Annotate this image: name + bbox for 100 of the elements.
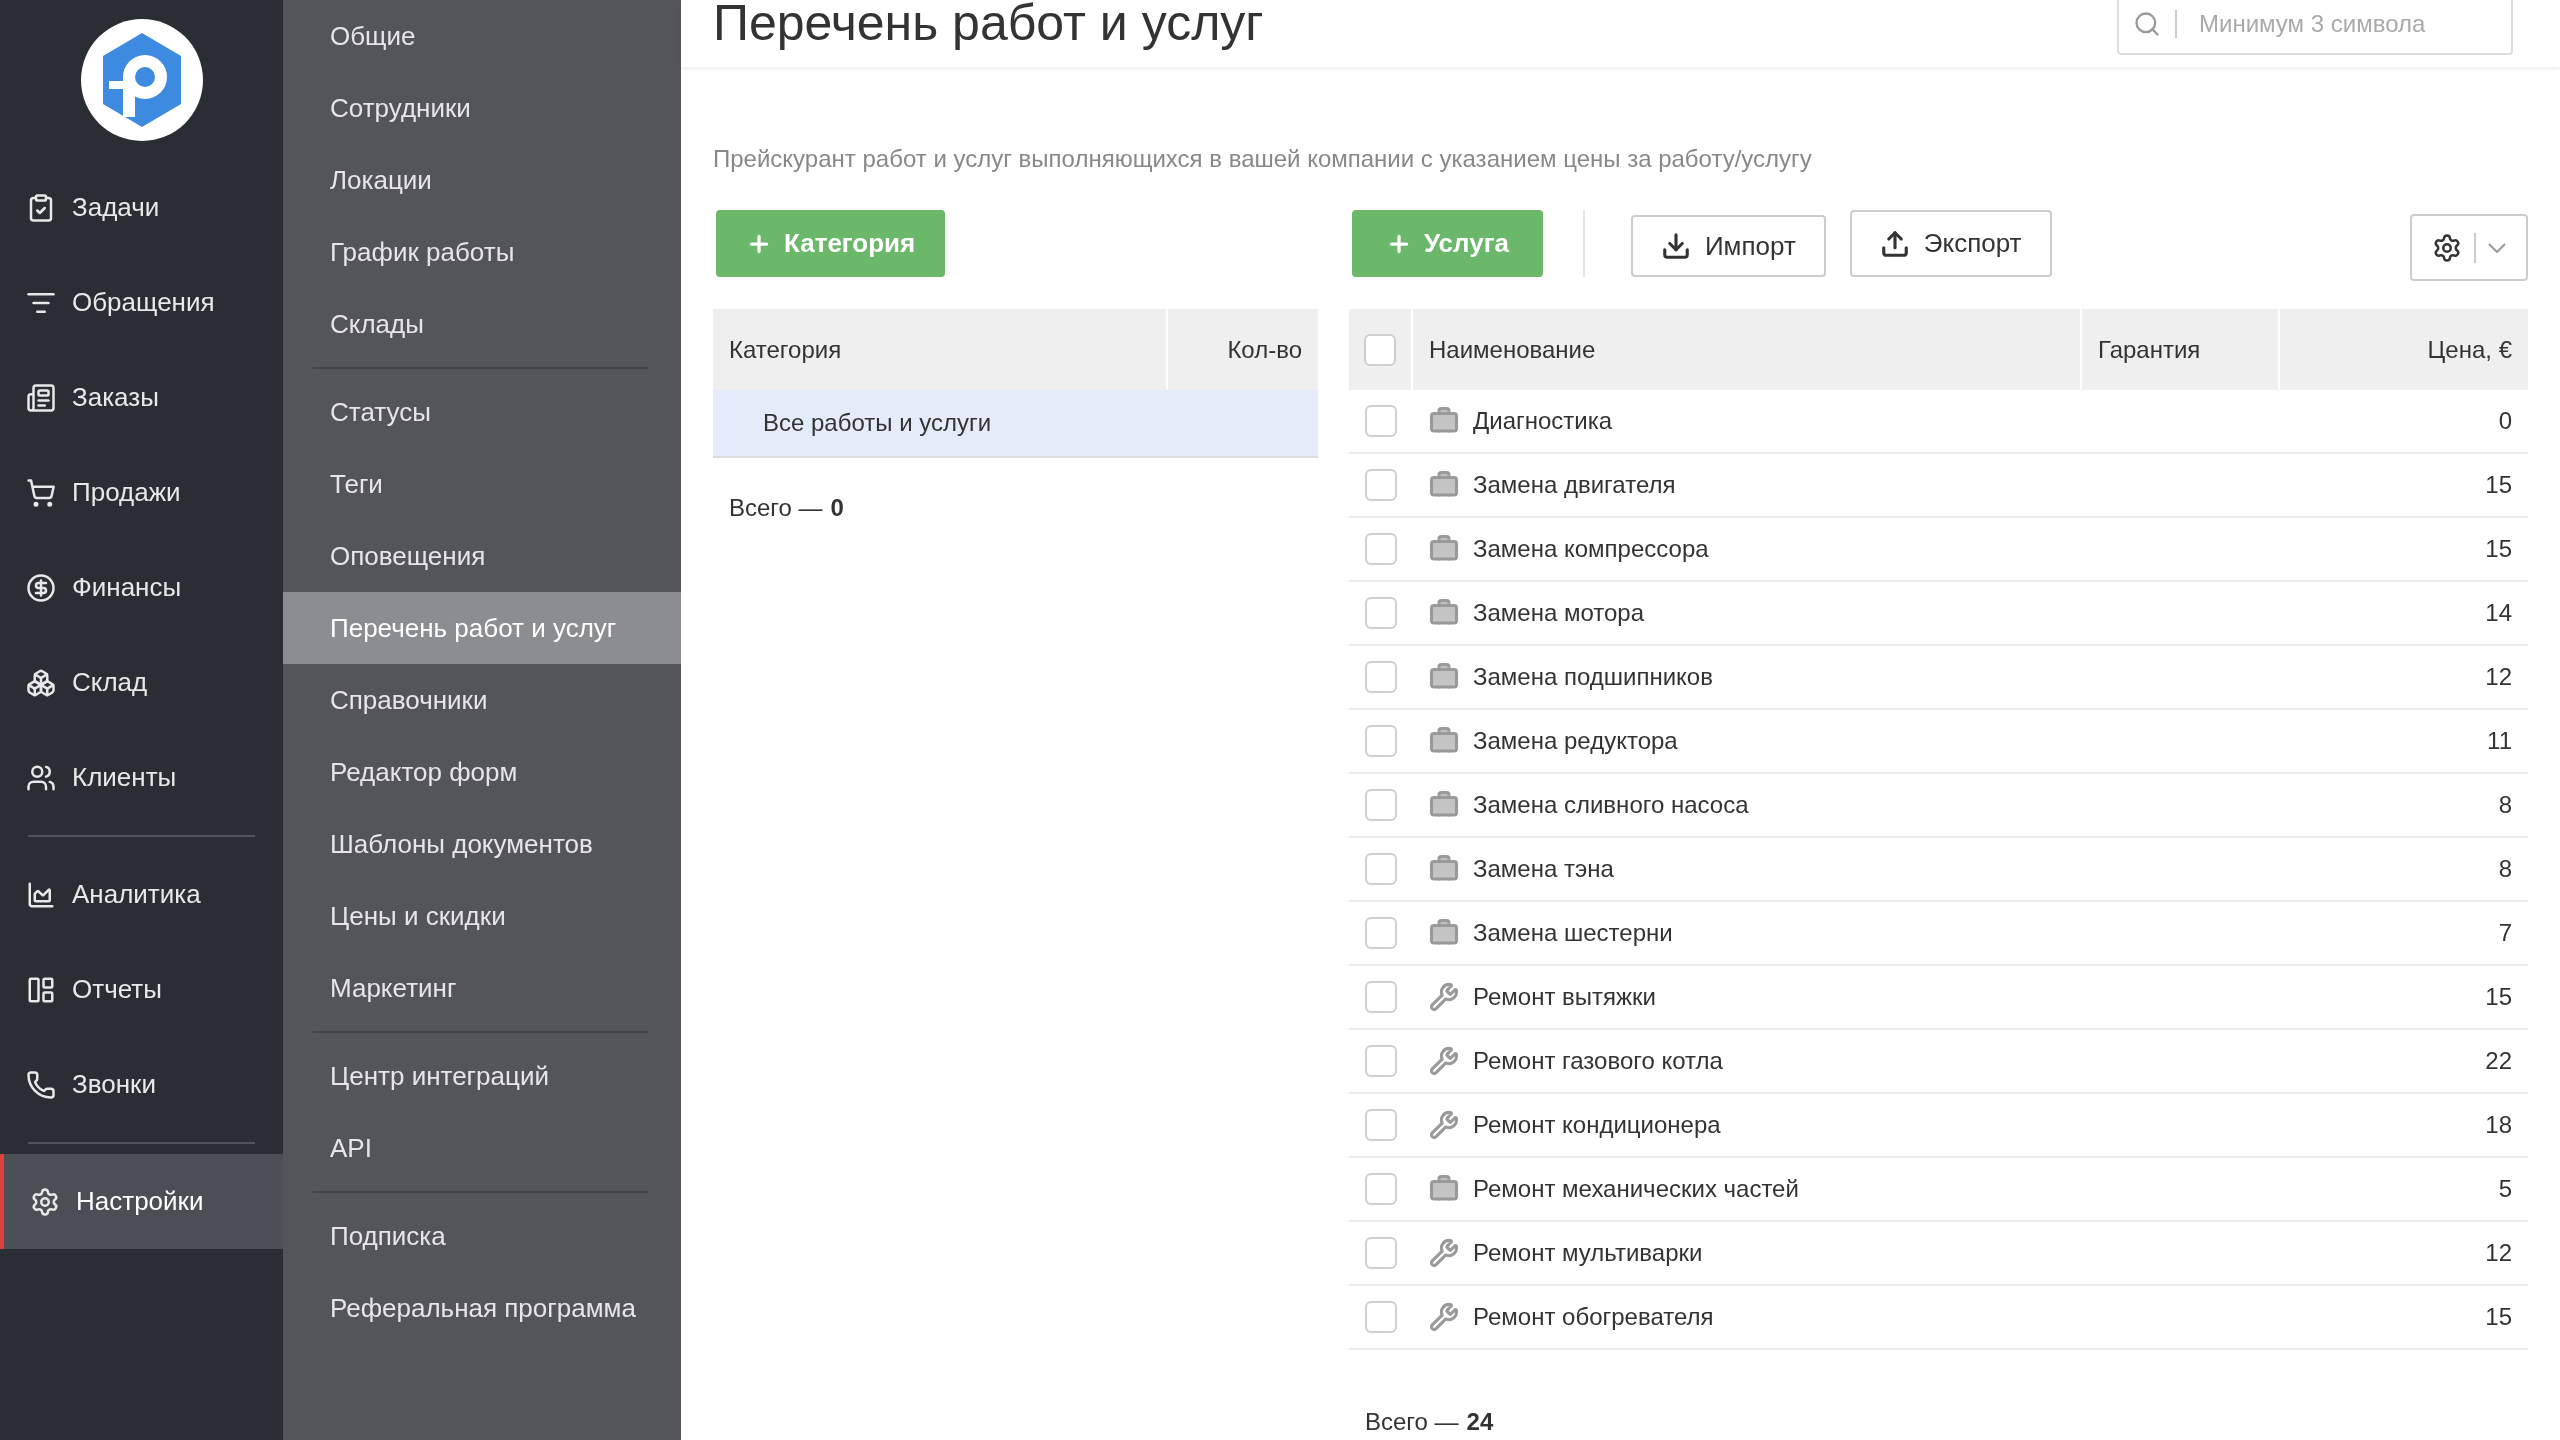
service-row[interactable]: Ремонт кондиционера 18 [1349, 1094, 2528, 1158]
wrench-icon [1429, 1110, 1459, 1140]
page-description: Прейскурант работ и услуг выполняющихся в вашей компании с указанием цены за работу/услугу [713, 144, 1813, 174]
service-name: Замена подшипников [1473, 662, 1713, 692]
service-name: Ремонт кондиционера [1473, 1110, 1721, 1140]
checkbox[interactable] [1364, 333, 1396, 366]
nav-item[interactable]: Обращения [0, 255, 283, 350]
upload-icon [1879, 228, 1910, 259]
service-price: 22 [2485, 1046, 2512, 1076]
service-row[interactable]: Ремонт мультиварки 12 [1349, 1222, 2528, 1286]
briefcase-icon [1429, 470, 1459, 500]
settings-menu-item[interactable]: График работы [283, 216, 681, 288]
briefcase-icon [1429, 662, 1459, 692]
settings-dropdown-button[interactable] [2410, 214, 2528, 281]
nav-item[interactable]: Финансы [0, 540, 283, 635]
checkbox[interactable] [1365, 1173, 1397, 1205]
service-price: 15 [2485, 982, 2512, 1012]
wrench-icon [1429, 982, 1459, 1012]
briefcase-icon [1429, 726, 1459, 756]
briefcase-icon [1429, 1174, 1459, 1204]
settings-menu-item[interactable]: Шаблоны документов [283, 808, 681, 880]
nav-item[interactable]: Заказы [0, 350, 283, 445]
briefcase-icon [1429, 854, 1459, 884]
service-row[interactable]: Диагностика 0 [1349, 390, 2528, 454]
wrench-icon [1429, 1046, 1459, 1076]
settings-menu-item[interactable]: Локации [283, 144, 681, 216]
service-row[interactable]: Замена шестерни 7 [1349, 902, 2528, 966]
service-name: Ремонт вытяжки [1473, 982, 1656, 1012]
service-row[interactable]: Замена сливного насоса 8 [1349, 774, 2528, 838]
wrench-icon [1429, 1238, 1459, 1268]
service-row[interactable]: Замена тэна 8 [1349, 838, 2528, 902]
logo-icon[interactable] [80, 19, 203, 141]
page-title: Перечень работ и услуг [713, 0, 1264, 53]
service-price: 7 [2498, 918, 2512, 948]
export-button[interactable]: Экспорт [1849, 210, 2052, 277]
service-row[interactable]: Замена компрессора 15 [1349, 518, 2528, 582]
service-name: Замена редуктора [1473, 726, 1678, 756]
checkbox[interactable] [1365, 725, 1397, 757]
total-label: Всего — [1365, 1407, 1459, 1437]
settings-menu-item[interactable]: Оповещения [283, 520, 681, 592]
service-price: 12 [2485, 662, 2512, 692]
settings-menu-item[interactable]: Реферальная программа [283, 1272, 681, 1344]
briefcase-icon [1429, 918, 1459, 948]
briefcase-icon [1429, 534, 1459, 564]
checkbox[interactable] [1365, 789, 1397, 821]
service-row[interactable]: Замена двигателя 15 [1349, 454, 2528, 518]
newspaper-icon [26, 382, 56, 413]
nav-item[interactable]: Клиенты [0, 730, 283, 825]
settings-icon [30, 1186, 60, 1217]
service-row[interactable]: Ремонт газового котла 22 [1349, 1030, 2528, 1094]
settings-menu-item[interactable]: Маркетинг [283, 952, 681, 1024]
checkbox[interactable] [1365, 533, 1397, 565]
settings-menu-item[interactable]: Справочники [283, 664, 681, 736]
search-field[interactable]: Минимум 3 символа [2117, 0, 2513, 55]
checkbox[interactable] [1365, 1301, 1397, 1333]
settings-menu-item[interactable]: Цены и скидки [283, 880, 681, 952]
service-row[interactable]: Ремонт вытяжки 15 [1349, 966, 2528, 1030]
nav-item[interactable]: Склад [0, 635, 283, 730]
nav-item[interactable]: Продажи [0, 445, 283, 540]
checkbox[interactable] [1365, 917, 1397, 949]
checkbox[interactable] [1365, 597, 1397, 629]
service-name: Замена тэна [1473, 854, 1614, 884]
briefcase-icon [1429, 598, 1459, 628]
checkbox[interactable] [1365, 405, 1397, 437]
nav-item[interactable]: Звонки [0, 1037, 283, 1132]
nav-item[interactable]: Аналитика [0, 847, 283, 942]
checkbox[interactable] [1365, 469, 1397, 501]
settings-menu-item[interactable]: Склады [283, 288, 681, 360]
checkbox[interactable] [1365, 1109, 1397, 1141]
boxes-icon [26, 667, 56, 698]
checkbox[interactable] [1365, 981, 1397, 1013]
checkbox[interactable] [1365, 661, 1397, 693]
service-row[interactable]: Ремонт обогревателя 15 [1349, 1286, 2528, 1350]
import-button[interactable]: Импорт [1630, 215, 1826, 277]
checkbox[interactable] [1365, 1237, 1397, 1269]
total-count: 0 [830, 493, 844, 523]
service-row[interactable]: Замена редуктора 11 [1349, 710, 2528, 774]
service-row[interactable]: Замена мотора 14 [1349, 582, 2528, 646]
service-row[interactable]: Ремонт механических частей 5 [1349, 1158, 2528, 1222]
settings-menu-item[interactable]: Редактор форм [283, 736, 681, 808]
column-header: Наименование [1413, 309, 2082, 390]
category-row[interactable]: Все работы и услуги [713, 390, 1318, 458]
briefcase-icon [1429, 790, 1459, 820]
search-icon [2133, 9, 2161, 38]
nav-item[interactable]: Задачи [0, 160, 283, 255]
settings-menu-item[interactable]: Общие [283, 0, 681, 72]
nav-item[interactable]: Отчеты [0, 942, 283, 1037]
checkbox[interactable] [1365, 1045, 1397, 1077]
checkbox[interactable] [1365, 853, 1397, 885]
settings-menu-item[interactable]: Подписка [283, 1200, 681, 1272]
nav-item[interactable]: Настройки [0, 1154, 283, 1249]
service-row[interactable]: Замена подшипников 12 [1349, 646, 2528, 710]
settings-menu-item[interactable]: API [283, 1112, 681, 1184]
settings-menu-item[interactable]: Сотрудники [283, 72, 681, 144]
dollar-icon [26, 572, 56, 603]
service-price: 14 [2485, 598, 2512, 628]
settings-menu-item[interactable]: Центр интеграций [283, 1040, 681, 1112]
settings-menu-item[interactable]: Теги [283, 448, 681, 520]
settings-menu-item[interactable]: Статусы [283, 376, 681, 448]
service-price: 18 [2485, 1110, 2512, 1140]
